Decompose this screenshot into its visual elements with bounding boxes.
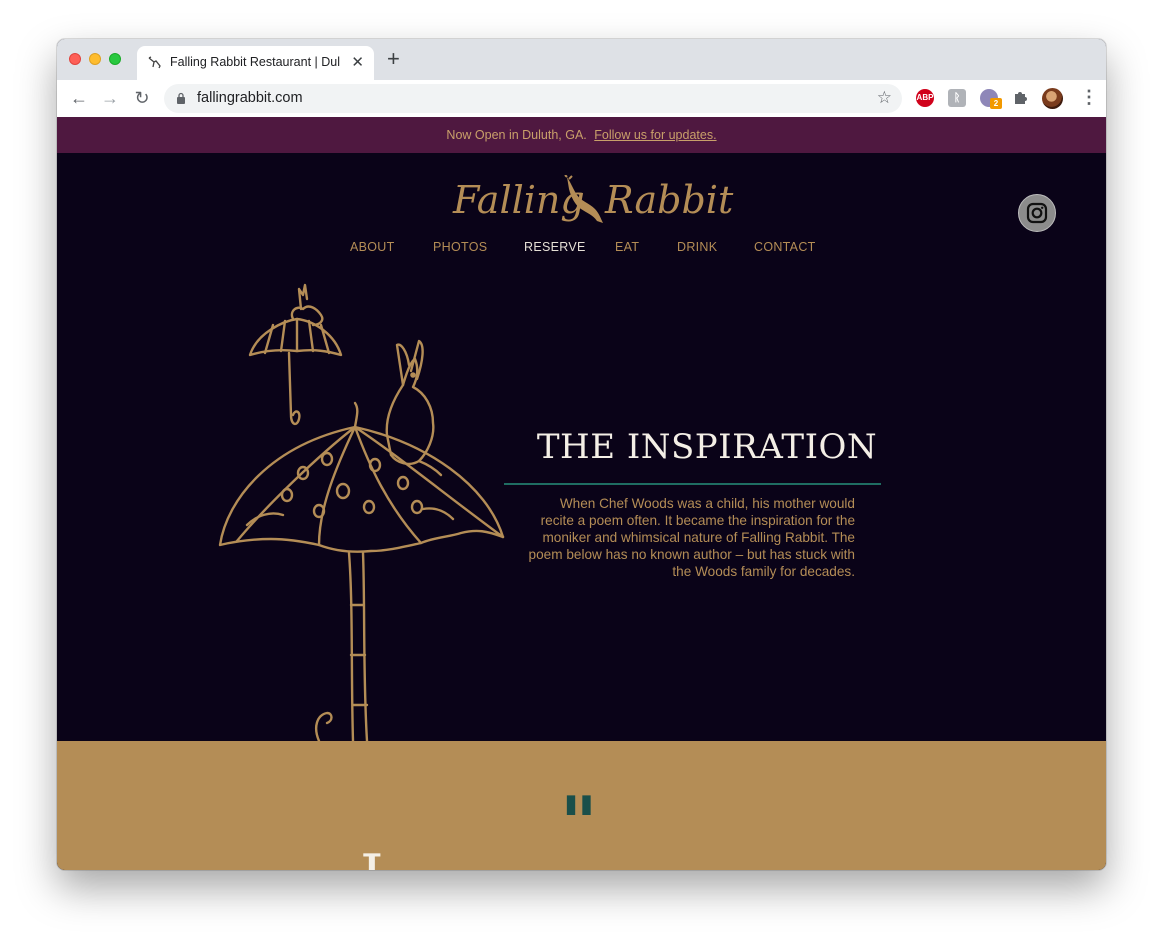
tab-title: Falling Rabbit Restaurant | Dulu — [170, 55, 340, 69]
quotation-mark: " — [560, 780, 598, 865]
adblock-plus-icon[interactable]: ABP — [916, 89, 934, 107]
poem-initial-letter: I — [360, 847, 384, 870]
browser-tab[interactable]: Falling Rabbit Restaurant | Dulu ✕ — [137, 46, 374, 80]
maximize-window-button[interactable] — [109, 53, 121, 65]
nav-photos[interactable]: PHOTOS — [433, 240, 487, 254]
browser-window: Falling Rabbit Restaurant | Dulu ✕ + ← →… — [57, 39, 1106, 870]
close-window-button[interactable] — [69, 53, 81, 65]
address-bar[interactable]: fallingrabbit.com ☆ — [164, 84, 902, 113]
poem-section: " I — [57, 741, 1106, 870]
new-tab-button[interactable]: + — [387, 48, 400, 70]
nav-drink[interactable]: DRINK — [677, 240, 717, 254]
nav-reserve[interactable]: RESERVE — [524, 240, 586, 254]
inspiration-paragraph: When Chef Woods was a child, his mother … — [528, 496, 855, 579]
falling-rabbit-logo[interactable]: Falling Rabbit — [453, 175, 733, 225]
extension-icon[interactable]: ᚱ — [948, 89, 966, 107]
browser-toolbar: ← → ↻ fallingrabbit.com ☆ ABP ᚱ 2 ⋮ — [57, 80, 1106, 118]
title-divider — [504, 483, 881, 485]
tab-strip: Falling Rabbit Restaurant | Dulu ✕ + — [57, 39, 1106, 80]
puzzle-extensions-icon[interactable] — [1012, 89, 1030, 107]
nav-contact[interactable]: CONTACT — [754, 240, 816, 254]
nav-eat[interactable]: EAT — [615, 240, 639, 254]
instagram-button[interactable] — [1018, 194, 1056, 232]
leaping-rabbit-logo-icon — [564, 175, 603, 223]
forward-button[interactable]: → — [100, 88, 120, 108]
rabbit-favicon-icon — [148, 56, 161, 69]
inspiration-section: THE INSPIRATION When Chef Woods was a ch… — [57, 275, 1106, 741]
logo-word-rabbit: Rabbit — [605, 178, 734, 222]
bookmark-star-icon[interactable]: ☆ — [877, 88, 892, 108]
inspiration-title: THE INSPIRATION — [536, 427, 878, 467]
close-tab-icon[interactable]: ✕ — [351, 53, 364, 71]
nav-about[interactable]: ABOUT — [350, 240, 395, 254]
instagram-icon — [1026, 202, 1048, 224]
announcement-text: Now Open in Duluth, GA. — [446, 128, 587, 142]
follow-updates-link[interactable]: Follow us for updates. — [594, 128, 716, 142]
back-button[interactable]: ← — [69, 88, 89, 108]
url-text: fallingrabbit.com — [197, 90, 303, 106]
browser-menu-icon[interactable]: ⋮ — [1080, 87, 1098, 107]
main-nav: ABOUT PHOTOS RESERVE EAT DRINK CONTACT — [57, 240, 1106, 260]
extension-badge-count: 2 — [990, 98, 1002, 109]
lock-icon — [177, 92, 185, 104]
reload-button[interactable]: ↻ — [132, 88, 152, 108]
profile-avatar[interactable] — [1042, 88, 1063, 109]
announcement-bar: Now Open in Duluth, GA. Follow us for up… — [57, 117, 1106, 153]
extension-badge-icon[interactable]: 2 — [980, 89, 1002, 109]
site-header: Falling Rabbit ABOUT PHOTOS RESERVE EAT … — [57, 153, 1106, 276]
web-page: Now Open in Duluth, GA. Follow us for up… — [57, 117, 1106, 870]
minimize-window-button[interactable] — [89, 53, 101, 65]
